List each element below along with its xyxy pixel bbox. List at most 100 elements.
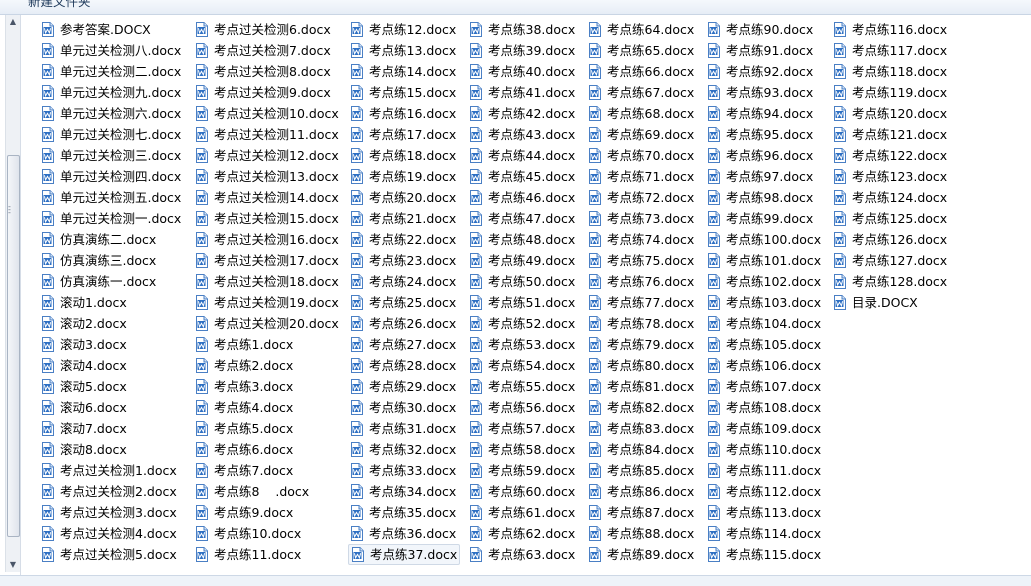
vertical-scrollbar[interactable]: ▲ --- ▼: [5, 15, 20, 572]
file-item[interactable]: 单元过关检测五.docx: [41, 188, 181, 207]
file-item[interactable]: 考点练88.docx: [588, 524, 694, 543]
file-item[interactable]: 考点练106.docx: [707, 356, 821, 375]
file-item[interactable]: 考点练78.docx: [588, 314, 694, 333]
file-item[interactable]: 考点练1.docx: [195, 335, 293, 354]
file-item[interactable]: 考点练59.docx: [469, 461, 575, 480]
file-item[interactable]: 考点过关检测6.docx: [195, 20, 331, 39]
file-item[interactable]: 考点练61.docx: [469, 503, 575, 522]
file-item[interactable]: 考点过关检测13.docx: [195, 167, 339, 186]
file-item[interactable]: 考点练109.docx: [707, 419, 821, 438]
file-item[interactable]: 考点练31.docx: [350, 419, 456, 438]
file-item[interactable]: 考点练71.docx: [588, 167, 694, 186]
file-item[interactable]: 考点练93.docx: [707, 83, 813, 102]
file-item[interactable]: 考点练56.docx: [469, 398, 575, 417]
file-item[interactable]: 考点练116.docx: [833, 20, 947, 39]
file-item[interactable]: 考点练15.docx: [350, 83, 456, 102]
new-folder-button[interactable]: 新建文件夹: [28, 0, 91, 10]
file-item[interactable]: 仿真演练一.docx: [41, 272, 156, 291]
file-item[interactable]: 考点练122.docx: [833, 146, 947, 165]
file-item[interactable]: 考点练14.docx: [350, 62, 456, 81]
file-item[interactable]: 考点练58.docx: [469, 440, 575, 459]
file-item[interactable]: 考点练69.docx: [588, 125, 694, 144]
file-item[interactable]: 滚动6.docx: [41, 398, 127, 417]
file-item[interactable]: 考点练80.docx: [588, 356, 694, 375]
file-item[interactable]: 考点练83.docx: [588, 419, 694, 438]
file-item[interactable]: 单元过关检测九.docx: [41, 83, 181, 102]
file-item[interactable]: 考点练105.docx: [707, 335, 821, 354]
file-item[interactable]: 考点练99.docx: [707, 209, 813, 228]
file-item[interactable]: 考点练41.docx: [469, 83, 575, 102]
file-item[interactable]: 滚动1.docx: [41, 293, 127, 312]
file-item[interactable]: 考点练66.docx: [588, 62, 694, 81]
file-item[interactable]: 考点过关检测17.docx: [195, 251, 339, 270]
file-item[interactable]: 考点练104.docx: [707, 314, 821, 333]
file-item[interactable]: 考点练33.docx: [350, 461, 456, 480]
file-item[interactable]: 考点练127.docx: [833, 251, 947, 270]
file-item[interactable]: 考点练107.docx: [707, 377, 821, 396]
file-item[interactable]: 考点练29.docx: [350, 377, 456, 396]
file-item[interactable]: 考点过关检测14.docx: [195, 188, 339, 207]
file-item[interactable]: 考点过关检测15.docx: [195, 209, 339, 228]
file-item[interactable]: 考点练90.docx: [707, 20, 813, 39]
file-item[interactable]: 考点过关检测18.docx: [195, 272, 339, 291]
file-item[interactable]: 单元过关检测四.docx: [41, 167, 181, 186]
file-item[interactable]: 考点练121.docx: [833, 125, 947, 144]
file-item[interactable]: 考点练18.docx: [350, 146, 456, 165]
file-item[interactable]: 考点练113.docx: [707, 503, 821, 522]
file-item[interactable]: 考点练76.docx: [588, 272, 694, 291]
file-item[interactable]: 考点练21.docx: [350, 209, 456, 228]
file-item[interactable]: 考点练6.docx: [195, 440, 293, 459]
file-item[interactable]: 考点练98.docx: [707, 188, 813, 207]
file-item[interactable]: 考点练126.docx: [833, 230, 947, 249]
file-item[interactable]: 考点练38.docx: [469, 20, 575, 39]
file-item[interactable]: 考点过关检测4.docx: [41, 524, 177, 543]
file-item[interactable]: 考点练114.docx: [707, 524, 821, 543]
file-item[interactable]: 考点练5.docx: [195, 419, 293, 438]
file-item[interactable]: 考点练48.docx: [469, 230, 575, 249]
file-item[interactable]: 单元过关检测六.docx: [41, 104, 181, 123]
file-item[interactable]: 考点过关检测9.docx: [195, 83, 331, 102]
file-item[interactable]: 考点练102.docx: [707, 272, 821, 291]
file-item[interactable]: 考点练51.docx: [469, 293, 575, 312]
file-item[interactable]: 考点练101.docx: [707, 251, 821, 270]
file-item[interactable]: 考点练82.docx: [588, 398, 694, 417]
file-item[interactable]: 考点练81.docx: [588, 377, 694, 396]
file-item[interactable]: 考点练91.docx: [707, 41, 813, 60]
file-item[interactable]: 考点练110.docx: [707, 440, 821, 459]
file-item[interactable]: 考点练103.docx: [707, 293, 821, 312]
file-item[interactable]: 考点练13.docx: [350, 41, 456, 60]
scroll-down-arrow-icon[interactable]: ▼: [6, 558, 20, 572]
file-item[interactable]: 考点练47.docx: [469, 209, 575, 228]
file-item[interactable]: 考点练112.docx: [707, 482, 821, 501]
file-item[interactable]: 考点过关检测19.docx: [195, 293, 339, 312]
file-item[interactable]: 考点练108.docx: [707, 398, 821, 417]
file-item[interactable]: 考点练3.docx: [195, 377, 293, 396]
file-item[interactable]: 考点练27.docx: [350, 335, 456, 354]
file-item[interactable]: 考点练4.docx: [195, 398, 293, 417]
file-item[interactable]: 考点练19.docx: [350, 167, 456, 186]
file-item[interactable]: 考点练124.docx: [833, 188, 947, 207]
file-item[interactable]: 考点练62.docx: [469, 524, 575, 543]
file-item[interactable]: 单元过关检测三.docx: [41, 146, 181, 165]
file-item[interactable]: 考点练97.docx: [707, 167, 813, 186]
file-item[interactable]: 考点练74.docx: [588, 230, 694, 249]
file-item[interactable]: 考点练12.docx: [350, 20, 456, 39]
file-item[interactable]: 考点过关检测16.docx: [195, 230, 339, 249]
file-item[interactable]: 考点练119.docx: [833, 83, 947, 102]
file-item[interactable]: 考点练45.docx: [469, 167, 575, 186]
file-item[interactable]: 考点练73.docx: [588, 209, 694, 228]
file-item[interactable]: 考点练117.docx: [833, 41, 947, 60]
file-item[interactable]: 仿真演练三.docx: [41, 251, 156, 270]
file-item[interactable]: 考点练25.docx: [350, 293, 456, 312]
file-item[interactable]: 考点练43.docx: [469, 125, 575, 144]
file-item[interactable]: 考点练60.docx: [469, 482, 575, 501]
file-item[interactable]: 考点练53.docx: [469, 335, 575, 354]
file-item[interactable]: 考点练86.docx: [588, 482, 694, 501]
file-item[interactable]: 考点练55.docx: [469, 377, 575, 396]
file-item[interactable]: 考点练36.docx: [350, 524, 456, 543]
file-item[interactable]: 单元过关检测七.docx: [41, 125, 181, 144]
file-item[interactable]: 滚动5.docx: [41, 377, 127, 396]
file-item[interactable]: 考点练7.docx: [195, 461, 293, 480]
file-item[interactable]: 考点练28.docx: [350, 356, 456, 375]
file-item[interactable]: 考点练64.docx: [588, 20, 694, 39]
